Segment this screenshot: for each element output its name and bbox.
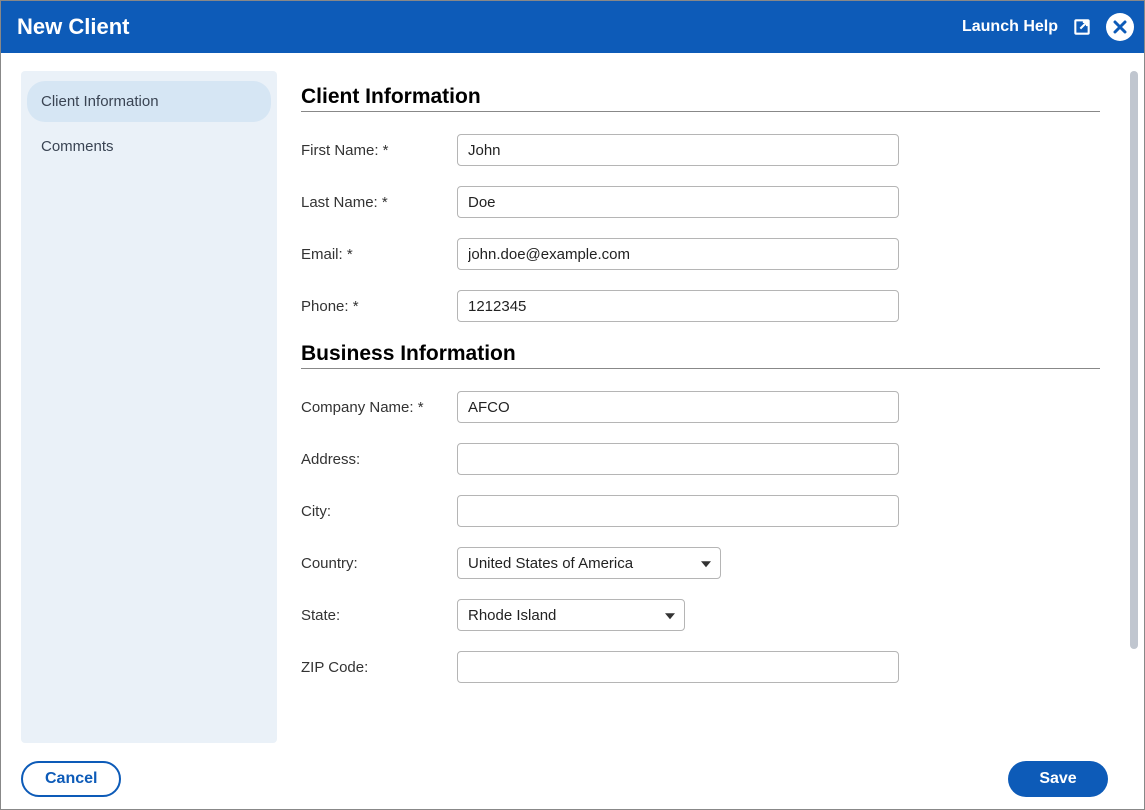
field-company-name: Company Name: * <box>301 391 1100 423</box>
new-client-dialog: New Client Launch Help Client Informatio… <box>1 1 1144 809</box>
field-address: Address: <box>301 443 1100 475</box>
first-name-label: First Name: * <box>301 142 457 159</box>
company-name-input[interactable] <box>457 391 899 423</box>
field-last-name: Last Name: * <box>301 186 1100 218</box>
email-label: Email: * <box>301 246 457 263</box>
save-button[interactable]: Save <box>1008 761 1108 797</box>
field-city: City: <box>301 495 1100 527</box>
country-select[interactable]: United States of America <box>457 547 721 579</box>
sidebar-item-label: Client Information <box>41 93 159 110</box>
phone-label: Phone: * <box>301 298 457 315</box>
dialog-footer: Cancel Save <box>1 753 1144 809</box>
scrollbar[interactable] <box>1130 71 1138 743</box>
dialog-header: New Client Launch Help <box>1 1 1144 53</box>
dialog-body: Client Information Comments Client Infor… <box>1 53 1144 753</box>
form-content: Client Information First Name: * Last Na… <box>277 71 1124 743</box>
header-actions: Launch Help <box>962 13 1134 41</box>
field-phone: Phone: * <box>301 290 1100 322</box>
country-label: Country: <box>301 555 457 572</box>
company-name-label: Company Name: * <box>301 399 457 416</box>
address-input[interactable] <box>457 443 899 475</box>
last-name-input[interactable] <box>457 186 899 218</box>
close-button[interactable] <box>1106 13 1134 41</box>
field-email: Email: * <box>301 238 1100 270</box>
zip-input[interactable] <box>457 651 899 683</box>
section-title-business-information: Business Information <box>301 342 1100 369</box>
scrollbar-thumb[interactable] <box>1130 71 1138 649</box>
address-label: Address: <box>301 451 457 468</box>
sidebar-item-client-information[interactable]: Client Information <box>27 81 271 122</box>
last-name-label: Last Name: * <box>301 194 457 211</box>
field-zip: ZIP Code: <box>301 651 1100 683</box>
field-country: Country: United States of America <box>301 547 1100 579</box>
zip-label: ZIP Code: <box>301 659 457 676</box>
sidebar: Client Information Comments <box>21 71 277 743</box>
section-title-client-information: Client Information <box>301 85 1100 112</box>
sidebar-item-comments[interactable]: Comments <box>27 126 271 167</box>
cancel-button[interactable]: Cancel <box>21 761 121 797</box>
first-name-input[interactable] <box>457 134 899 166</box>
launch-help-link[interactable]: Launch Help <box>962 18 1058 36</box>
dialog-title: New Client <box>17 14 962 40</box>
city-input[interactable] <box>457 495 899 527</box>
popout-icon[interactable] <box>1072 17 1092 37</box>
field-first-name: First Name: * <box>301 134 1100 166</box>
phone-input[interactable] <box>457 290 899 322</box>
email-input[interactable] <box>457 238 899 270</box>
sidebar-item-label: Comments <box>41 138 114 155</box>
state-label: State: <box>301 607 457 624</box>
city-label: City: <box>301 503 457 520</box>
state-select[interactable]: Rhode Island <box>457 599 685 631</box>
field-state: State: Rhode Island <box>301 599 1100 631</box>
